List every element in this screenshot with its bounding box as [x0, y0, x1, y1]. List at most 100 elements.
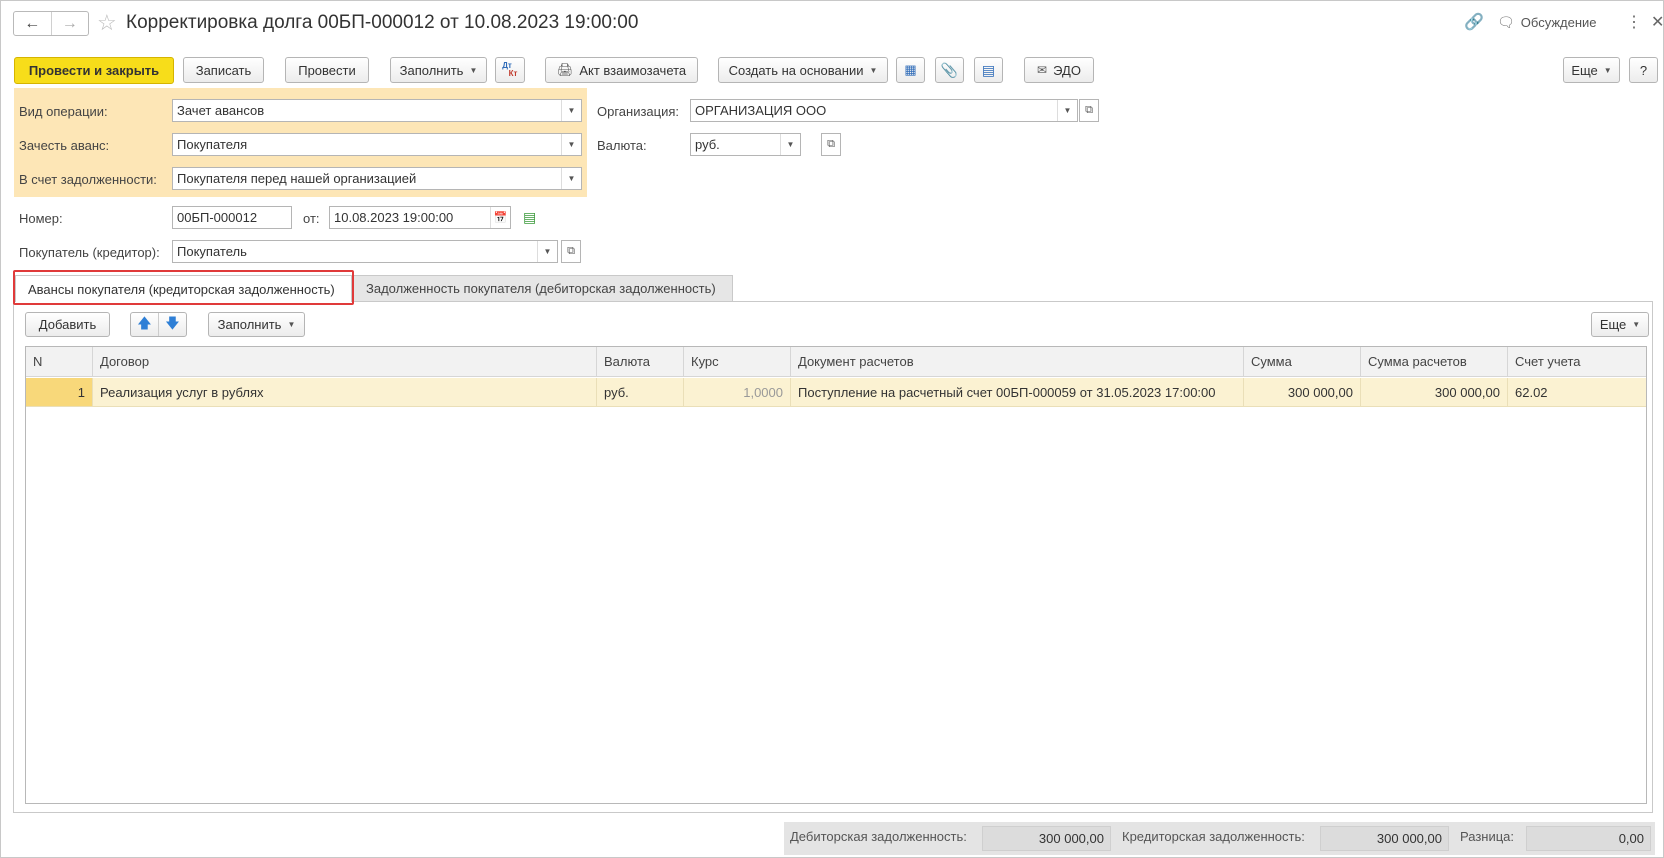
organization-field[interactable]: ОРГАНИЗАЦИЯ ООО ▼: [690, 99, 1078, 122]
difference-label: Разница:: [1460, 829, 1515, 844]
caret-down-icon: ▼: [1603, 65, 1612, 75]
column-header-n[interactable]: N: [26, 347, 93, 377]
post-button[interactable]: Провести: [285, 57, 369, 83]
fill-label: Заполнить: [399, 62, 464, 78]
table-fill-button[interactable]: Заполнить ▼: [208, 312, 305, 337]
printer-icon: 🖨: [556, 62, 574, 77]
post-and-close-button[interactable]: Провести и закрыть: [14, 57, 174, 84]
back-arrow-icon[interactable]: ←: [14, 12, 51, 35]
history-green-icon[interactable]: ▤: [523, 209, 536, 226]
more-button[interactable]: Еще ▼: [1563, 57, 1620, 83]
open-buyer-icon[interactable]: ⧉: [561, 240, 581, 263]
column-header-contract[interactable]: Договор: [93, 347, 597, 377]
offset-advance-select[interactable]: Покупателя ▼: [172, 133, 582, 156]
organization-label: Организация:: [597, 104, 680, 119]
table-cell-settlement-sum[interactable]: 300 000,00: [1361, 378, 1508, 407]
date-input[interactable]: 10.08.2023 19:00:00 📅: [329, 206, 511, 229]
chevron-down-icon[interactable]: ▼: [561, 100, 581, 121]
table-cell-currency[interactable]: руб.: [597, 378, 684, 407]
table-more-button[interactable]: Еще ▼: [1591, 312, 1649, 337]
debt-account-select[interactable]: Покупателя перед нашей организацией ▼: [172, 167, 582, 190]
favorite-star-icon[interactable]: ☆: [97, 10, 117, 36]
caret-down-icon: ▼: [869, 65, 878, 75]
chevron-down-icon[interactable]: ▼: [780, 134, 800, 155]
caret-down-icon: ▼: [287, 320, 296, 329]
operation-value: Зачет авансов: [177, 103, 265, 118]
edo-icon: ✉: [1037, 63, 1048, 77]
buyer-creditor-value: Покупатель: [177, 244, 247, 259]
chevron-down-icon[interactable]: ▼: [1057, 100, 1077, 121]
offset-advance-value: Покупателя: [177, 137, 248, 152]
organization-value: ОРГАНИЗАЦИЯ ООО: [695, 103, 827, 118]
chat-icon: 🗨: [1497, 14, 1515, 30]
buyer-creditor-label: Покупатель (кредитор):: [19, 245, 160, 260]
paperclip-icon[interactable]: 📎: [935, 57, 964, 83]
advances-table: N Договор Валюта Курс Документ расчетов …: [25, 346, 1647, 804]
move-buttons-group: 🡅 🡇: [130, 312, 187, 337]
add-row-button[interactable]: Добавить: [25, 312, 110, 337]
currency-field[interactable]: руб. ▼: [690, 133, 801, 156]
number-input[interactable]: 00БП-000012: [172, 206, 292, 229]
discussion-label: Обсуждение: [1520, 15, 1597, 30]
difference-value: 0,00: [1526, 826, 1651, 851]
more-label: Еще: [1571, 62, 1598, 78]
number-value: 00БП-000012: [177, 210, 258, 225]
navigation-buttons: ← →: [13, 11, 89, 36]
debit-debt-value: 300 000,00: [982, 826, 1111, 851]
tab-buyer-debt[interactable]: Задолженность покупателя (дебиторская за…: [353, 275, 733, 302]
offset-act-button[interactable]: 🖨 Акт взаимозачета: [545, 57, 698, 83]
link-icon[interactable]: 🔗: [1464, 12, 1484, 32]
credit-debt-value: 300 000,00: [1320, 826, 1449, 851]
operation-select[interactable]: Зачет авансов ▼: [172, 99, 582, 122]
open-organization-icon[interactable]: ⧉: [1079, 99, 1099, 122]
discussion-button[interactable]: 🗨 Обсуждение: [1497, 14, 1597, 31]
offset-act-label: Акт взаимозачета: [579, 62, 687, 78]
create-based-on-button[interactable]: Создать на основании ▼: [718, 57, 888, 83]
column-header-currency[interactable]: Валюта: [597, 347, 684, 377]
dt-kt-icon-bottom: Кт: [508, 69, 518, 78]
debt-account-value: Покупателя перед нашей организацией: [177, 171, 417, 186]
chevron-down-icon[interactable]: ▼: [537, 241, 557, 262]
credit-debt-label: Кредиторская задолженность:: [1122, 829, 1305, 844]
help-button[interactable]: ?: [1629, 57, 1658, 83]
operation-label: Вид операции:: [19, 104, 108, 119]
move-up-icon[interactable]: 🡅: [131, 313, 158, 337]
date-value: 10.08.2023 19:00:00: [334, 210, 454, 225]
move-down-icon[interactable]: 🡇: [158, 313, 186, 336]
table-cell-document[interactable]: Поступление на расчетный счет 00БП-00005…: [791, 378, 1244, 407]
kebab-icon[interactable]: ⋮: [1626, 12, 1642, 32]
column-header-rate[interactable]: Курс: [684, 347, 791, 377]
column-header-document[interactable]: Документ расчетов: [791, 347, 1244, 377]
table-cell-sum[interactable]: 300 000,00: [1244, 378, 1361, 407]
currency-value: руб.: [695, 137, 720, 152]
forward-arrow-icon[interactable]: →: [50, 12, 89, 35]
structure-icon[interactable]: ▦: [896, 57, 925, 83]
buyer-creditor-field[interactable]: Покупатель ▼: [172, 240, 558, 263]
dt-kt-button[interactable]: Дт Кт: [495, 57, 525, 83]
currency-label: Валюта:: [597, 138, 647, 153]
chevron-down-icon[interactable]: ▼: [561, 168, 581, 189]
debt-account-label: В счет задолженности:: [19, 172, 157, 187]
fill-dropdown-button[interactable]: Заполнить ▼: [390, 57, 487, 83]
column-header-sum[interactable]: Сумма: [1244, 347, 1361, 377]
chevron-down-icon[interactable]: ▼: [561, 134, 581, 155]
column-header-settlement-sum[interactable]: Сумма расчетов: [1361, 347, 1508, 377]
open-currency-icon[interactable]: ⧉: [821, 133, 841, 156]
table-cell-account[interactable]: 62.02: [1508, 378, 1646, 407]
edo-button[interactable]: ✉ ЭДО: [1024, 57, 1094, 83]
page-title: Корректировка долга 00БП-000012 от 10.08…: [126, 12, 639, 33]
table-cell-rate[interactable]: 1,0000: [684, 378, 791, 407]
close-icon[interactable]: ✕: [1651, 12, 1663, 32]
document-window: ← → ☆ Корректировка долга 00БП-000012 от…: [0, 0, 1664, 858]
column-header-account[interactable]: Счет учета: [1508, 347, 1646, 377]
save-button[interactable]: Записать: [183, 57, 264, 83]
document-list-icon[interactable]: ▤: [974, 57, 1003, 83]
caret-down-icon: ▼: [469, 65, 478, 75]
table-cell-n[interactable]: 1: [26, 378, 93, 407]
offset-advance-label: Зачесть аванс:: [19, 138, 110, 153]
table-cell-contract[interactable]: Реализация услуг в рублях: [93, 378, 597, 407]
table-fill-label: Заполнить: [217, 317, 282, 332]
number-label: Номер:: [19, 211, 63, 226]
calendar-icon[interactable]: 📅: [490, 207, 510, 228]
table-more-label: Еще: [1599, 317, 1627, 332]
